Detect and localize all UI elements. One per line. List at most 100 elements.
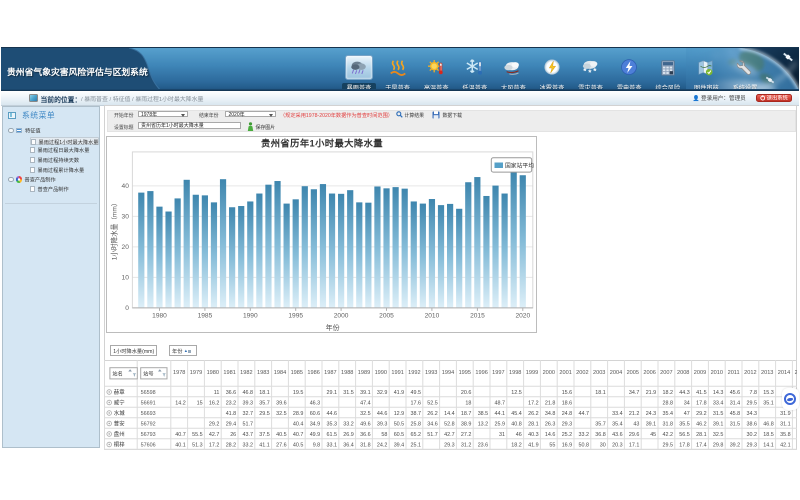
svg-text:29.5: 29.5: [663, 443, 674, 449]
svg-text:34: 34: [684, 401, 690, 407]
svg-text:1979: 1979: [190, 370, 202, 376]
svg-text:1995: 1995: [289, 312, 304, 319]
svg-text:56598: 56598: [141, 390, 156, 396]
svg-text:1981: 1981: [224, 370, 236, 376]
svg-text:2001: 2001: [560, 370, 572, 376]
svg-text:27.2: 27.2: [461, 432, 472, 438]
svg-text:31.1: 31.1: [780, 422, 791, 428]
svg-text:36.4: 36.4: [344, 443, 355, 449]
svg-text:2006: 2006: [644, 370, 656, 376]
svg-text:1985: 1985: [198, 312, 213, 319]
svg-text:桐梓: 桐梓: [114, 441, 125, 449]
svg-text:18: 18: [466, 401, 472, 407]
svg-text:34.6: 34.6: [428, 422, 439, 428]
svg-text:52.5: 52.5: [428, 401, 439, 407]
svg-text:29.5: 29.5: [747, 401, 758, 407]
svg-text:40.5: 40.5: [276, 432, 287, 438]
svg-text:41.1: 41.1: [260, 443, 271, 449]
svg-text:44.7: 44.7: [579, 411, 590, 417]
svg-text:18.2: 18.2: [663, 390, 674, 396]
svg-text:14.1: 14.1: [764, 443, 775, 449]
svg-text:1980: 1980: [207, 370, 219, 376]
svg-text:11: 11: [214, 390, 220, 396]
svg-text:46: 46: [516, 432, 522, 438]
svg-text:56691: 56691: [141, 401, 156, 407]
svg-text:56792: 56792: [141, 422, 156, 428]
svg-text:年份: 年份: [326, 323, 340, 332]
svg-text:52.8: 52.8: [444, 422, 455, 428]
svg-text:17.1: 17.1: [629, 443, 640, 449]
svg-text:24.8: 24.8: [562, 411, 573, 417]
svg-text:46.8: 46.8: [243, 390, 254, 396]
svg-text:17.6: 17.6: [411, 401, 422, 407]
svg-text:1987: 1987: [324, 370, 336, 376]
svg-text:2013: 2013: [761, 370, 773, 376]
svg-text:2012: 2012: [744, 370, 756, 376]
svg-text:1984: 1984: [274, 370, 286, 376]
svg-text:40: 40: [122, 183, 130, 190]
svg-text:40.5: 40.5: [293, 443, 304, 449]
svg-text:46.2: 46.2: [696, 422, 707, 428]
svg-text:42.7: 42.7: [444, 432, 455, 438]
svg-text:41.5: 41.5: [696, 390, 707, 396]
svg-text:35.8: 35.8: [780, 432, 791, 438]
svg-text:16.2: 16.2: [209, 401, 220, 407]
svg-text:31.8: 31.8: [360, 443, 371, 449]
svg-text:26: 26: [230, 432, 236, 438]
svg-text:56693: 56693: [141, 411, 156, 417]
svg-text:2000: 2000: [334, 312, 349, 319]
svg-text:2010: 2010: [425, 312, 440, 319]
svg-text:31.4: 31.4: [730, 401, 741, 407]
svg-text:26.9: 26.9: [344, 432, 355, 438]
svg-text:2002: 2002: [576, 370, 588, 376]
svg-text:15.6: 15.6: [562, 390, 573, 396]
svg-text:29.3: 29.3: [562, 422, 573, 428]
svg-text:31.9: 31.9: [780, 411, 791, 417]
svg-text:37.5: 37.5: [260, 432, 271, 438]
svg-text:14.2: 14.2: [176, 401, 187, 407]
svg-text:33.2: 33.2: [579, 432, 590, 438]
svg-text:17.8: 17.8: [680, 443, 691, 449]
svg-text:40.7: 40.7: [176, 432, 187, 438]
svg-text:2015: 2015: [470, 312, 485, 319]
svg-text:40.7: 40.7: [293, 432, 304, 438]
svg-text:2011: 2011: [728, 370, 740, 376]
svg-text:40.4: 40.4: [293, 422, 304, 428]
svg-text:2014: 2014: [778, 370, 790, 376]
svg-text:15.3: 15.3: [764, 390, 775, 396]
svg-text:29.2: 29.2: [209, 422, 220, 428]
svg-text:38.5: 38.5: [478, 411, 489, 417]
svg-text:30.2: 30.2: [747, 432, 758, 438]
svg-text:35.4: 35.4: [612, 422, 623, 428]
svg-text:16.9: 16.9: [562, 443, 573, 449]
svg-text:1986: 1986: [308, 370, 320, 376]
svg-text:18.2: 18.2: [512, 443, 523, 449]
svg-text:43.7: 43.7: [243, 432, 254, 438]
svg-text:65.2: 65.2: [411, 432, 422, 438]
svg-text:58: 58: [382, 432, 388, 438]
svg-text:51.7: 51.7: [243, 422, 254, 428]
svg-text:56.5: 56.5: [680, 432, 691, 438]
svg-text:39.1: 39.1: [713, 422, 724, 428]
svg-text:17.4: 17.4: [696, 443, 707, 449]
svg-text:38.6: 38.6: [747, 422, 758, 428]
svg-text:1999: 1999: [526, 370, 538, 376]
svg-text:20.6: 20.6: [461, 390, 472, 396]
svg-text:39.1: 39.1: [646, 422, 657, 428]
svg-text:18.1: 18.1: [260, 390, 271, 396]
svg-text:32.7: 32.7: [243, 411, 254, 417]
svg-text:24.2: 24.2: [377, 443, 388, 449]
svg-text:1994: 1994: [442, 370, 454, 376]
svg-text:42.1: 42.1: [780, 443, 791, 449]
svg-text:26.2: 26.2: [428, 411, 439, 417]
svg-text:1996: 1996: [476, 370, 488, 376]
svg-text:19.5: 19.5: [293, 390, 304, 396]
svg-text:28.1: 28.1: [528, 422, 539, 428]
svg-text:21.8: 21.8: [545, 401, 556, 407]
svg-text:2005: 2005: [379, 312, 394, 319]
svg-text:33.4: 33.4: [612, 411, 623, 417]
svg-text:盘州: 盘州: [114, 430, 125, 438]
svg-text:34.7: 34.7: [629, 390, 640, 396]
svg-text:50.8: 50.8: [579, 443, 590, 449]
svg-text:水城: 水城: [114, 409, 125, 417]
